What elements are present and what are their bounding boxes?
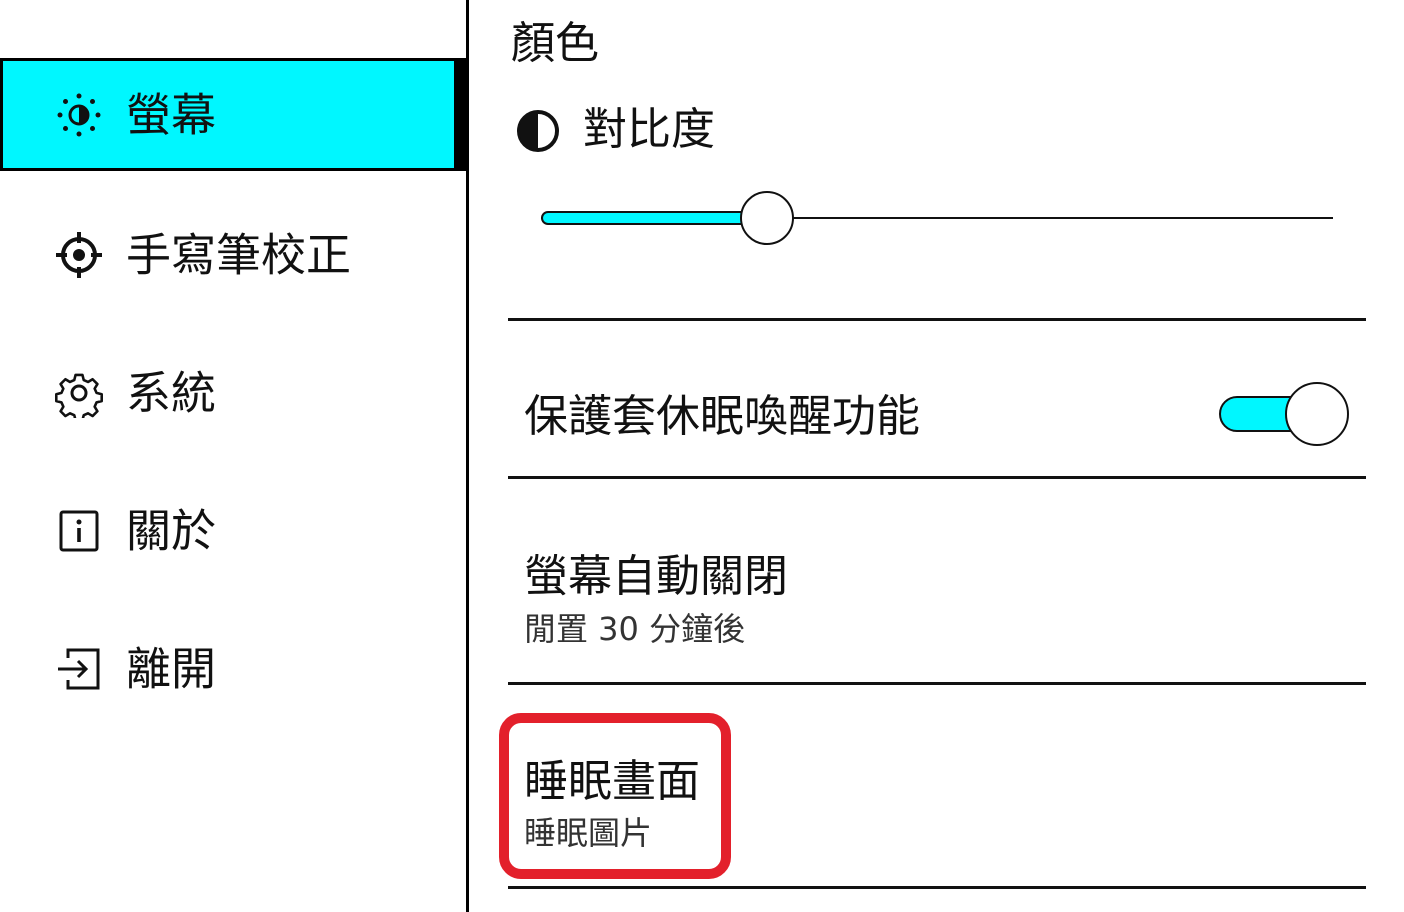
contrast-icon	[515, 108, 561, 154]
cover-sleep-label: 保護套休眠喚醒功能	[524, 391, 920, 442]
sidebar-item-label: 離開	[126, 642, 217, 696]
contrast-label: 對比度	[583, 104, 715, 155]
sidebar-item-exit[interactable]: 離開	[0, 614, 466, 724]
sidebar-item-label: 手寫筆校正	[126, 228, 352, 282]
auto-off-subtitle: 閒置 30 分鐘後	[524, 610, 746, 648]
sidebar-item-label: 系統	[126, 366, 217, 420]
settings-content: 顏色 對比度 保護套休眠喚醒功能 螢幕自動關閉 閒置 30 分鐘後 睡眠畫面 睡…	[469, 0, 1404, 912]
divider	[508, 476, 1366, 479]
info-icon	[54, 506, 104, 556]
slider-fill	[541, 211, 767, 225]
section-title: 顏色	[511, 18, 599, 69]
crosshair-icon	[54, 230, 104, 280]
sidebar-item-system[interactable]: 系統	[0, 338, 466, 448]
settings-sidebar: 螢幕 手寫筆校正 系統 關於 離開	[0, 0, 466, 912]
brightness-icon	[54, 90, 104, 140]
gear-icon	[54, 368, 104, 422]
sidebar-item-label: 關於	[126, 504, 217, 558]
sidebar-item-display[interactable]: 螢幕	[0, 58, 466, 171]
auto-off-title: 螢幕自動關閉	[524, 551, 788, 602]
contrast-slider[interactable]	[541, 190, 1333, 246]
divider	[508, 886, 1366, 889]
cover-sleep-toggle[interactable]	[1217, 382, 1351, 448]
sidebar-item-pen-calibration[interactable]: 手寫筆校正	[0, 200, 466, 310]
divider	[508, 682, 1366, 685]
exit-icon	[54, 644, 104, 694]
slider-thumb[interactable]	[740, 191, 794, 245]
toggle-knob	[1285, 382, 1349, 446]
sidebar-item-about[interactable]: 關於	[0, 476, 466, 586]
sleep-screen-title: 睡眠畫面	[524, 756, 700, 807]
sidebar-item-label: 螢幕	[126, 88, 217, 141]
sleep-screen-subtitle: 睡眠圖片	[524, 814, 653, 852]
divider	[508, 318, 1366, 321]
